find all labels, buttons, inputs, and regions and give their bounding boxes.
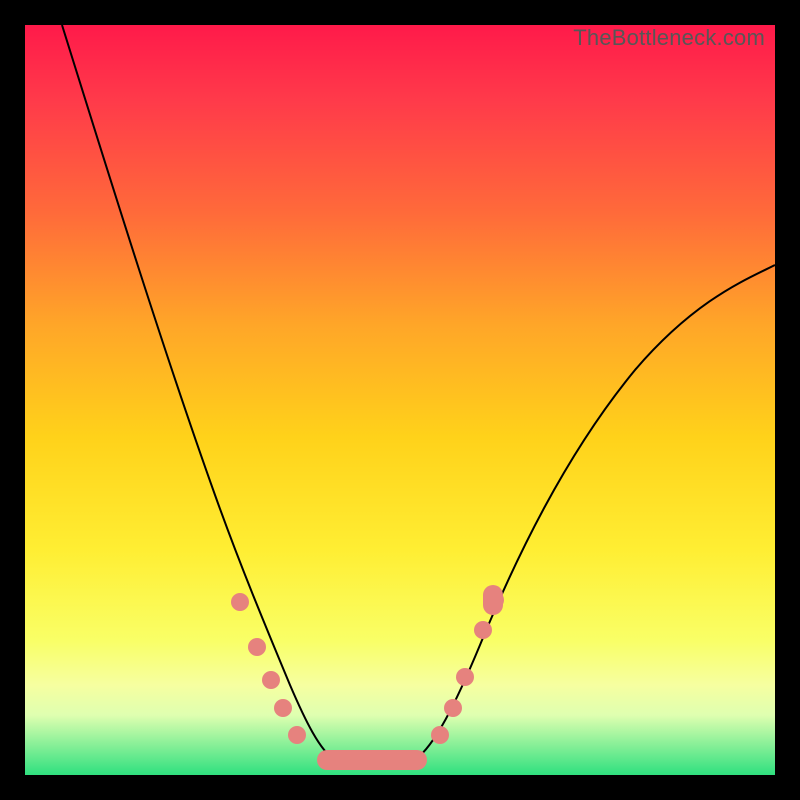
dots-right [431,585,504,744]
chart-frame: TheBottleneck.com [0,0,800,800]
curve-right [415,265,775,760]
floor-segment [317,750,427,770]
bottleneck-curve [25,25,775,775]
plot-area: TheBottleneck.com [25,25,775,775]
dots-left [231,593,306,744]
curve-left [62,25,335,760]
